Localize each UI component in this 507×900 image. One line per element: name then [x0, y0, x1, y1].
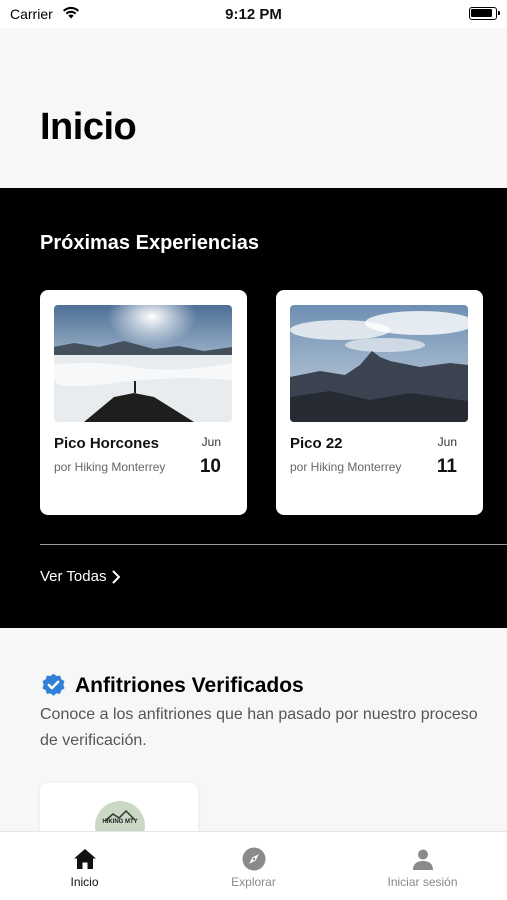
experience-organizer: por Hiking Monterrey — [54, 460, 166, 474]
experience-organizer: por Hiking Monterrey — [290, 460, 402, 474]
tab-iniciar-sesion[interactable]: Iniciar sesión — [338, 832, 507, 900]
chevron-right-icon — [112, 570, 121, 583]
experiences-heading: Próximas Experiencias — [40, 232, 260, 254]
status-bar: Carrier 9:12 PM — [0, 0, 507, 28]
experiences-section: Próximas Experiencias Pico Horcones por … — [0, 188, 507, 628]
see-all-label: Ver Todas — [40, 568, 107, 585]
hosts-heading: Anfitriones Verificados — [75, 673, 304, 697]
experience-name: Pico 22 — [290, 435, 343, 452]
experience-day: 11 — [436, 456, 457, 477]
host-logo-text: HIKING MTY — [102, 819, 138, 825]
experience-photo — [290, 305, 468, 422]
see-all-link[interactable]: Ver Todas — [40, 568, 121, 585]
tab-bar: Inicio Explorar Iniciar sesión — [0, 831, 507, 900]
home-icon — [74, 849, 96, 869]
experience-name: Pico Horcones — [54, 435, 160, 452]
experience-card[interactable]: Pico 22 por Hiking Monterrey Jun 11 — [276, 290, 483, 515]
experience-month: Jun — [201, 435, 221, 449]
experience-card[interactable]: Pico Horcones por Hiking Monterrey Jun 1… — [40, 290, 247, 515]
tab-inicio[interactable]: Inicio — [0, 832, 169, 900]
verified-badge-icon — [42, 673, 65, 696]
hosts-description: Conoce a los anfitriones que han pasado … — [40, 706, 478, 749]
experience-photo — [54, 305, 232, 422]
compass-icon — [242, 847, 266, 871]
tab-explorar[interactable]: Explorar — [169, 832, 338, 900]
hosts-heading-row: Anfitriones Verificados — [40, 672, 304, 699]
tab-label: Inicio — [70, 875, 99, 889]
person-icon — [413, 849, 433, 870]
status-time: 9:12 PM — [225, 6, 282, 23]
experience-month: Jun — [437, 435, 457, 449]
battery-icon — [469, 7, 500, 20]
experience-day: 10 — [199, 456, 221, 477]
tab-label: Explorar — [231, 875, 276, 889]
page-title: Inicio — [40, 106, 137, 148]
tab-label: Iniciar sesión — [387, 875, 458, 889]
section-divider — [40, 544, 507, 545]
